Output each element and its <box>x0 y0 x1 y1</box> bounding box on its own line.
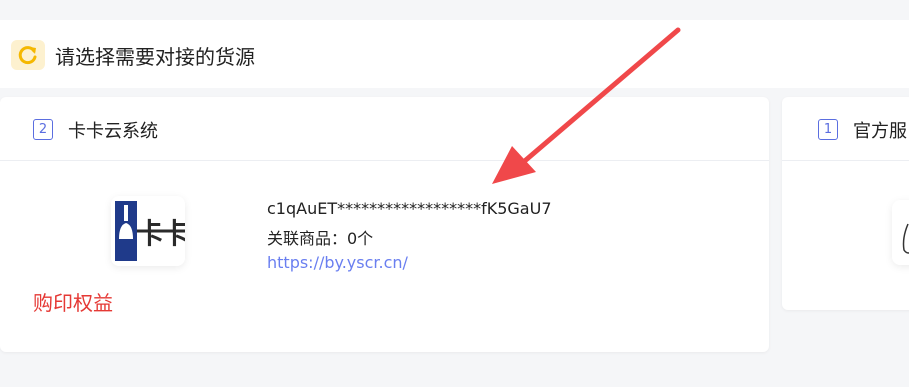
refresh-icon[interactable] <box>11 40 45 70</box>
header-bar: 请选择需要对接的货源 <box>0 20 909 88</box>
source-card[interactable]: 1 官方服 <box>782 97 909 310</box>
card-header: 2 卡卡云系统 <box>0 97 769 161</box>
card-title: 卡卡云系统 <box>68 121 158 142</box>
source-logo: 卡卡云 <box>111 196 185 266</box>
source-url-link[interactable]: https://by.yscr.cn/ <box>267 253 408 272</box>
kakayun-logo-mark-icon <box>115 201 137 261</box>
source-logo <box>892 200 909 265</box>
card-header: 1 官方服 <box>782 97 909 161</box>
linked-goods-count: 关联商品：0个 <box>267 229 374 248</box>
card-index-badge: 1 <box>818 119 838 140</box>
card-index-badge: 2 <box>33 119 53 140</box>
page-title: 请选择需要对接的货源 <box>55 45 255 69</box>
source-tag: 购印权益 <box>33 291 113 315</box>
source-card[interactable]: 2 卡卡云系统 卡卡云 购印权益 c1qAuET****************… <box>0 97 769 352</box>
logo-mark-icon <box>902 223 909 254</box>
card-title: 官方服 <box>853 121 907 142</box>
logo-text: 卡卡云 <box>136 217 185 250</box>
api-key-text: c1qAuET******************fK5GaU7 <box>267 199 552 218</box>
